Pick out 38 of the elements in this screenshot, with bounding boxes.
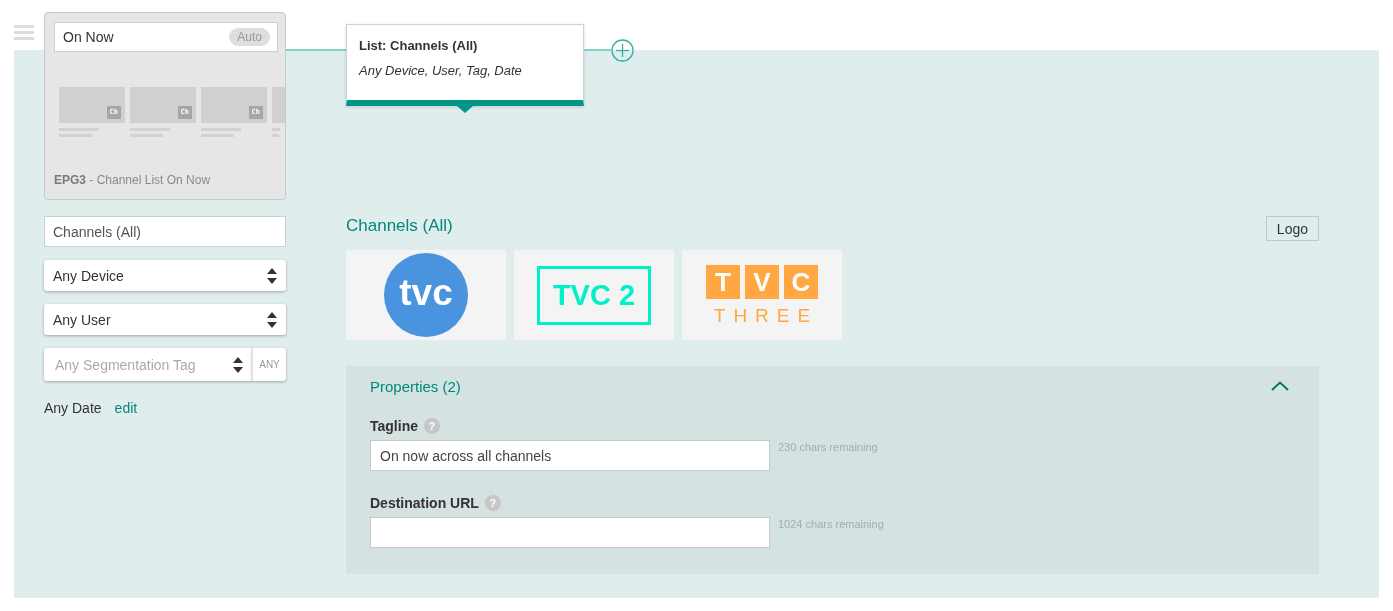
any-button[interactable]: ANY: [252, 348, 286, 381]
connector-line: [286, 49, 346, 51]
up-down-arrows-icon: [267, 267, 277, 284]
channel-logo-tile[interactable]: T V C THREE: [682, 250, 842, 340]
logo-button[interactable]: Logo: [1265, 216, 1319, 241]
plus-circle-icon[interactable]: [611, 39, 634, 62]
up-down-arrows-icon: [233, 356, 243, 373]
logo-subtitle: THREE: [712, 306, 819, 325]
title-input-field[interactable]: On Now Auto: [54, 22, 278, 52]
dropdown-select[interactable]: Any User: [44, 304, 286, 335]
field-label: Tagline: [370, 418, 418, 434]
help-icon[interactable]: ?: [484, 495, 501, 511]
field-label: Destination URL: [370, 495, 479, 511]
list-name-field[interactable]: Channels (All): [44, 216, 286, 247]
logo-letter-block: T: [706, 265, 740, 299]
help-icon[interactable]: ?: [423, 418, 440, 434]
menu-icon[interactable]: [14, 25, 34, 40]
edit-link[interactable]: edit: [114, 400, 138, 416]
logo-letter-block: V: [745, 265, 779, 299]
channel-logo: tvc: [384, 253, 468, 337]
tooltip-title: List: Channels (All): [359, 38, 479, 53]
section-heading: Channels (All): [346, 216, 453, 236]
date-filter-label: Any Date: [44, 400, 102, 416]
tooltip-subtitle: Any Device, User, Tag, Date: [359, 63, 523, 78]
text-input-field[interactable]: [370, 517, 770, 548]
text-input-field[interactable]: On now across all channels: [370, 440, 770, 471]
channel-logo: TVC 2: [537, 265, 651, 325]
channel-logo-tile[interactable]: tvc: [346, 250, 506, 340]
chevron-up-icon[interactable]: [1271, 381, 1289, 391]
tooltip-pointer: [457, 106, 473, 113]
section-title[interactable]: Properties (2): [370, 377, 461, 395]
dropdown-select[interactable]: Any Segmentation Tag: [44, 348, 252, 381]
up-down-arrows-icon: [267, 311, 277, 328]
auto-badge[interactable]: Auto: [229, 28, 270, 46]
dropdown-select[interactable]: Any Device: [44, 260, 286, 291]
template-caption: EPG3 - Channel List On Now: [53, 173, 212, 189]
connector-line: [584, 49, 611, 51]
logo-letter-block: C: [784, 265, 818, 299]
